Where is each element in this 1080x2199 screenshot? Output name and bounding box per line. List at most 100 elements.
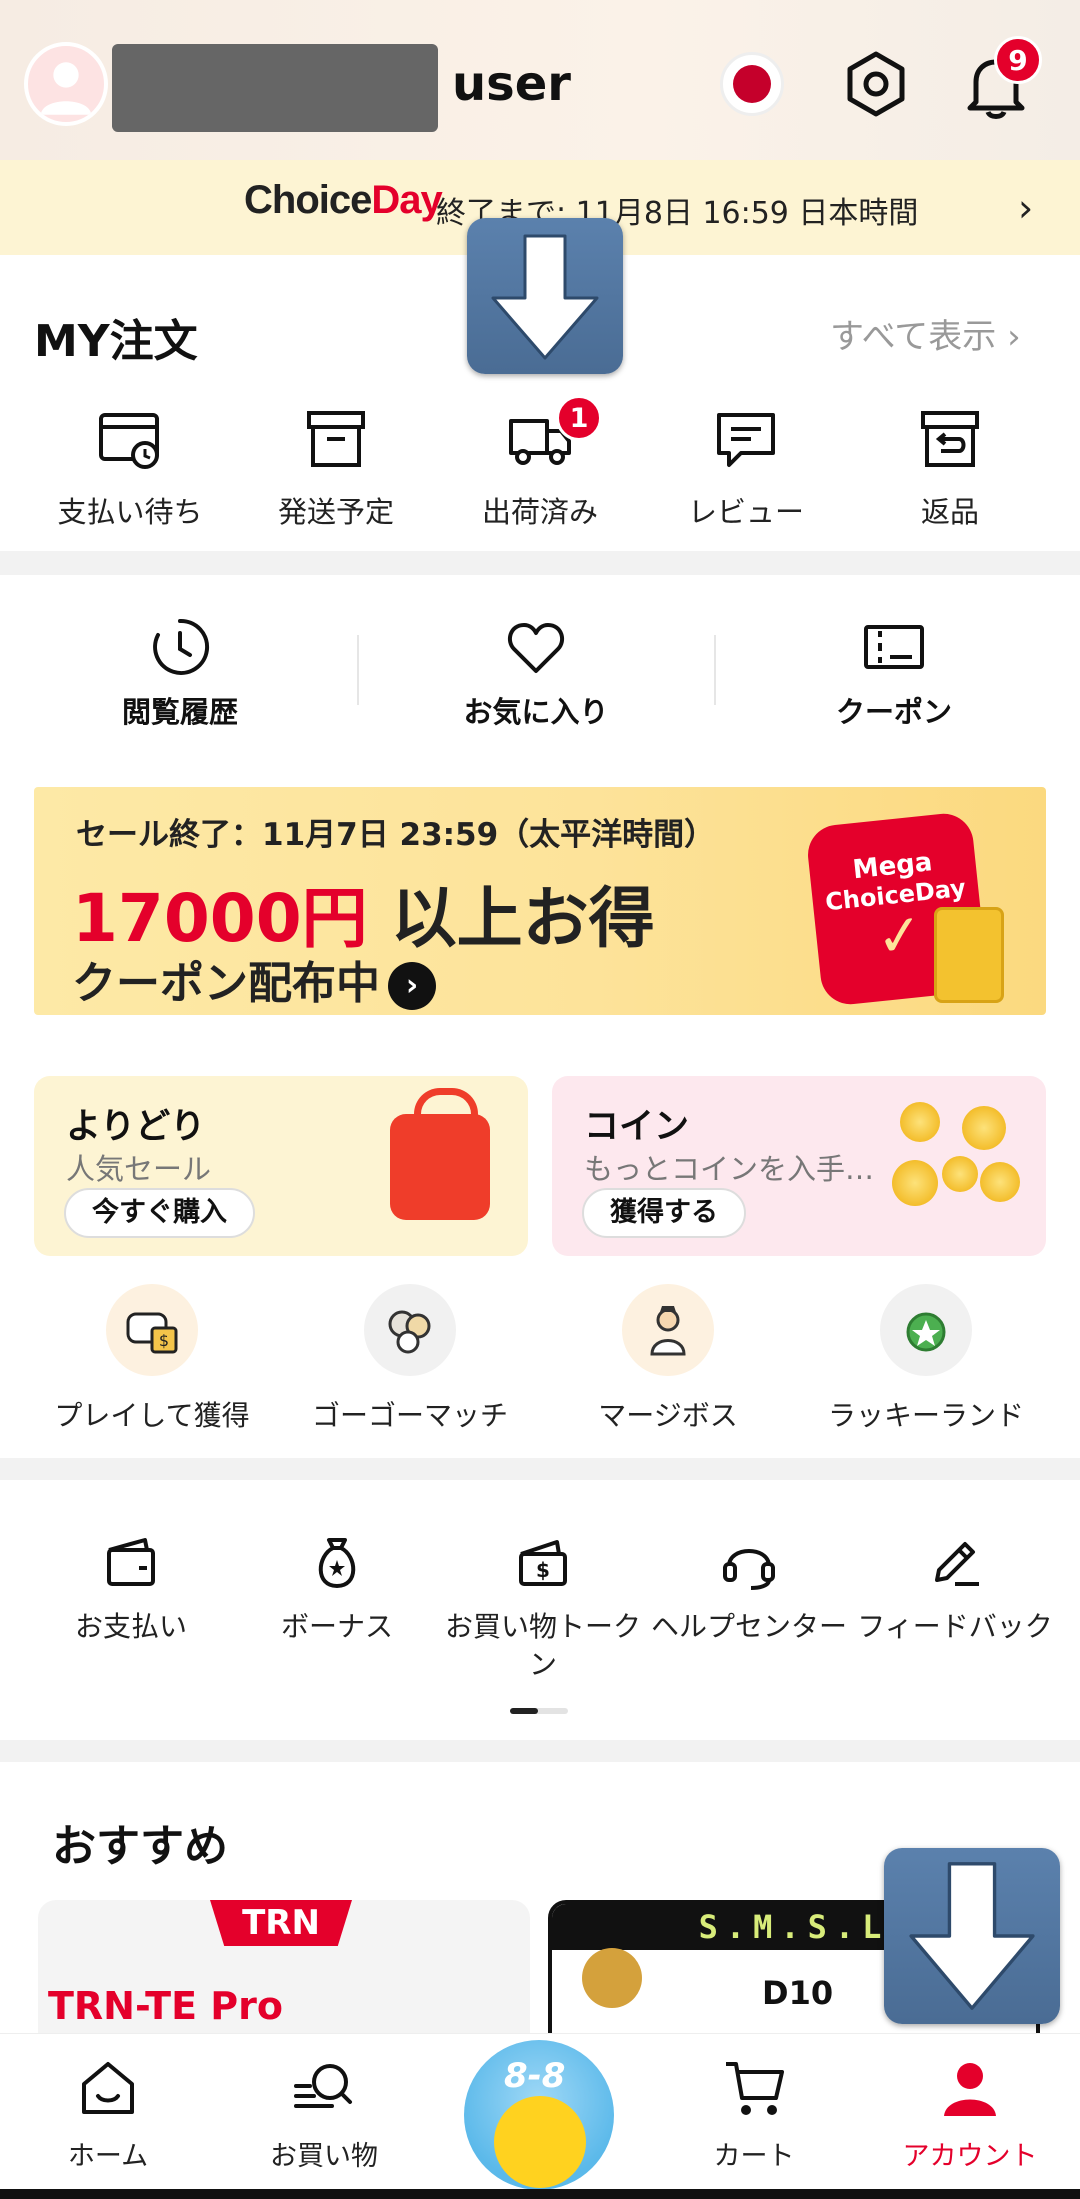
order-awaiting-payment[interactable]: 支払い待ち bbox=[22, 405, 238, 531]
shopping-bag-icon bbox=[390, 1088, 490, 1220]
product-brand: TRN bbox=[210, 1900, 352, 1946]
order-label: 支払い待ち bbox=[57, 495, 203, 529]
service-shopping-token[interactable]: $ お買い物トークン bbox=[440, 1532, 646, 1684]
order-label: 発送予定 bbox=[277, 495, 394, 529]
nav-home[interactable]: ホーム bbox=[18, 2056, 198, 2173]
nav-label: アカウント bbox=[902, 2141, 1038, 2172]
redacted-username bbox=[112, 44, 438, 132]
deals-and-games-section: よりどり 人気セール 今すぐ購入 コイン もっとコインを入手… 獲得する $ プ… bbox=[0, 1040, 1080, 1458]
order-to-ship[interactable]: 発送予定 bbox=[228, 405, 444, 531]
quick-label: 閲覧履歴 bbox=[121, 695, 238, 729]
avatar[interactable] bbox=[24, 42, 108, 126]
service-label: ボーナス bbox=[280, 1610, 393, 1643]
favorites[interactable]: お気に入り bbox=[356, 615, 716, 731]
shipped-count-badge: 1 bbox=[556, 395, 602, 441]
yoridori-tile[interactable]: よりどり 人気セール 今すぐ購入 bbox=[34, 1076, 528, 1256]
buy-now-button[interactable]: 今すぐ購入 bbox=[64, 1188, 255, 1238]
headset-icon bbox=[723, 1549, 775, 1590]
message-icon bbox=[717, 413, 775, 467]
promo-section: セール終了：11月7日 23:59（太平洋時間） 17000円 以上お得 クーポ… bbox=[0, 765, 1080, 1040]
coupons[interactable]: クーポン bbox=[714, 615, 1074, 731]
coins-icon bbox=[892, 1096, 1022, 1226]
clock-icon bbox=[153, 618, 210, 675]
scroll-down-arrow-icon[interactable] bbox=[467, 218, 623, 374]
recommendations-title: おすすめ bbox=[52, 1821, 228, 1872]
japan-flag-icon[interactable] bbox=[720, 52, 784, 116]
avatar-person-icon bbox=[40, 62, 92, 115]
match-icon bbox=[364, 1284, 456, 1376]
token-icon: $ bbox=[519, 1540, 567, 1586]
quick-links-section: 閲覧履歴 お気に入り クーポン bbox=[0, 575, 1080, 765]
wallet-clock-icon bbox=[99, 413, 159, 469]
nav-shopping[interactable]: お買い物 bbox=[234, 2056, 414, 2173]
home-icon bbox=[82, 2062, 134, 2114]
product-name: TRN-TE Pro bbox=[48, 1984, 283, 2028]
tile-title: よりどり bbox=[66, 1107, 206, 1147]
order-review[interactable]: レビュー bbox=[638, 405, 854, 531]
order-shipped[interactable]: 出荷済み bbox=[432, 405, 648, 531]
wallet-icon bbox=[107, 1538, 155, 1586]
center-promo-button[interactable]: 8-8 bbox=[464, 2040, 614, 2190]
merge-boss-icon bbox=[622, 1284, 714, 1376]
game-label: プレイして獲得 bbox=[54, 1399, 250, 1432]
product-name: D10 bbox=[762, 1974, 834, 2012]
game-merge-boss[interactable]: マージボス bbox=[538, 1284, 798, 1434]
game-label: ラッキーランド bbox=[827, 1399, 1024, 1432]
service-label: お買い物トークン bbox=[444, 1610, 641, 1681]
order-label: レビュー bbox=[687, 495, 804, 529]
view-all-orders-link[interactable]: すべて表示 › bbox=[830, 309, 1021, 358]
nav-cart[interactable]: カート bbox=[664, 2056, 844, 2173]
username-text: user bbox=[452, 56, 571, 112]
svg-text:$: $ bbox=[159, 1331, 169, 1350]
services-section: お支払い ボーナス $ お買い物トークン ヘルプセンター フィードバック bbox=[0, 1480, 1080, 1740]
cart-icon bbox=[726, 2062, 784, 2115]
choice-day-logo: ChoiceDay bbox=[244, 178, 443, 222]
browsing-history[interactable]: 閲覧履歴 bbox=[0, 615, 360, 731]
game-lucky-land[interactable]: ラッキーランド bbox=[796, 1284, 1056, 1434]
game-go-go-match[interactable]: ゴーゴーマッチ bbox=[280, 1284, 540, 1434]
coupon-icon bbox=[864, 625, 924, 669]
settings-gear-icon[interactable] bbox=[842, 50, 910, 118]
arrow-right-icon: › bbox=[388, 962, 436, 1010]
duck-mascot-icon bbox=[494, 2096, 586, 2188]
quick-label: クーポン bbox=[835, 695, 952, 729]
nav-account[interactable]: アカウント bbox=[880, 2056, 1060, 2173]
search-icon bbox=[294, 2064, 352, 2108]
account-header: user 9 bbox=[0, 0, 1080, 160]
pencil-icon bbox=[935, 1542, 979, 1586]
coin-tile[interactable]: コイン もっとコインを入手… 獲得する bbox=[552, 1076, 1046, 1256]
nav-label: お買い物 bbox=[270, 2141, 378, 2172]
tile-title: コイン bbox=[584, 1107, 690, 1147]
bottom-navigation: ホーム お買い物 8-8 カート アカウント bbox=[0, 2033, 1080, 2199]
mega-choice-day-banner[interactable]: セール終了：11月7日 23:59（太平洋時間） 17000円 以上お得 クーポ… bbox=[34, 787, 1046, 1015]
orders-title: MY注文 bbox=[34, 316, 198, 367]
lucky-land-icon bbox=[880, 1284, 972, 1376]
promo-coupon-line: クーポン配布中 › bbox=[72, 947, 436, 1011]
box-icon bbox=[307, 411, 365, 467]
system-gesture-bar bbox=[0, 2189, 1080, 2199]
order-returns[interactable]: 返品 bbox=[842, 405, 1058, 531]
order-label: 出荷済み bbox=[481, 495, 598, 529]
order-label: 返品 bbox=[920, 495, 979, 529]
promo-sale-end: セール終了：11月7日 23:59（太平洋時間） bbox=[76, 817, 716, 853]
service-feedback[interactable]: フィードバック bbox=[852, 1532, 1058, 1646]
chevron-right-icon[interactable]: › bbox=[1018, 186, 1033, 230]
nav-label: ホーム bbox=[67, 2141, 149, 2172]
service-label: ヘルプセンター bbox=[650, 1610, 847, 1643]
services-scroll-indicator bbox=[510, 1708, 568, 1714]
center-promo-text: 8-8 bbox=[504, 2056, 566, 2096]
service-label: お支払い bbox=[74, 1610, 187, 1643]
return-icon bbox=[921, 411, 979, 467]
game-label: ゴーゴーマッチ bbox=[311, 1399, 508, 1432]
get-coins-button[interactable]: 獲得する bbox=[582, 1188, 746, 1238]
service-bonus[interactable]: ボーナス bbox=[234, 1532, 440, 1646]
game-play-and-earn[interactable]: $ プレイして獲得 bbox=[22, 1284, 282, 1434]
service-label: フィードバック bbox=[857, 1610, 1053, 1643]
svg-text:$: $ bbox=[536, 1558, 550, 1582]
heart-icon bbox=[507, 623, 565, 673]
scroll-down-arrow-icon[interactable] bbox=[884, 1848, 1060, 2024]
tile-subtitle: 人気セール bbox=[66, 1152, 212, 1186]
service-help-center[interactable]: ヘルプセンター bbox=[646, 1532, 852, 1646]
guarantee-seal-icon bbox=[582, 1948, 642, 2008]
service-payment[interactable]: お支払い bbox=[28, 1532, 234, 1646]
